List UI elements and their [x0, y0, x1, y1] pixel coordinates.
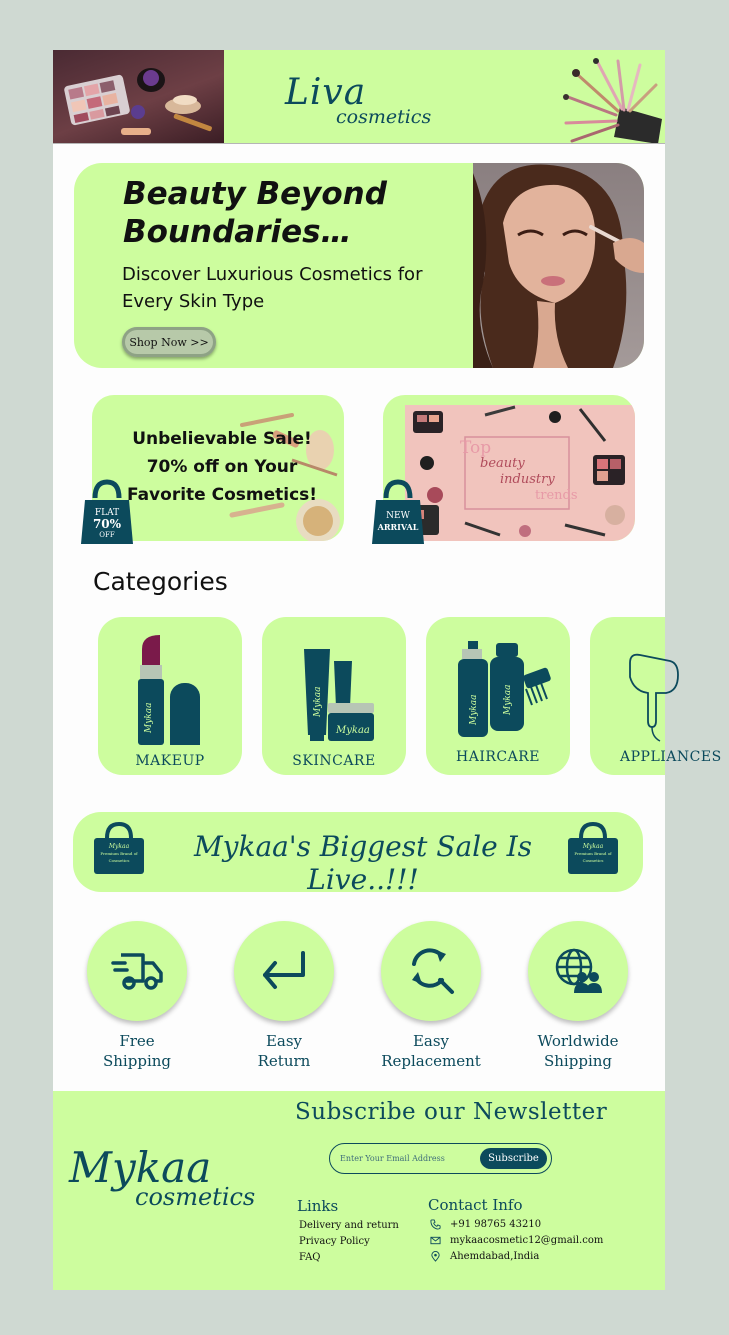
site-header: Liva cosmetics — [53, 50, 665, 144]
bag-left-brand: Mykaa — [108, 843, 130, 850]
category-label-haircare: HAIRCARE — [456, 749, 540, 765]
contact-phone-text: +91 98765 43210 — [450, 1219, 542, 1230]
easy-return-line1: Easy — [265, 1032, 303, 1050]
new-tag-bottom: ARRIVAL — [377, 522, 419, 532]
trends-line4: trends — [535, 488, 578, 503]
sale-banner[interactable]: Mykaa Premium Brand of Cosmetics Mykaa's… — [73, 812, 643, 896]
contact-address: Ahemdabad,India — [430, 1251, 603, 1262]
phone-icon — [430, 1219, 441, 1230]
worldwide-shipping-badge — [528, 921, 628, 1021]
trends-line3: industry — [500, 472, 555, 487]
spray-brand-text: Mykaa — [503, 685, 513, 717]
lipstick-icon: Mykaa — [138, 635, 200, 745]
tube-brand-text: Mykaa — [313, 687, 323, 719]
newsletter-form: Subscribe — [329, 1143, 552, 1174]
easy-replacement-badge — [381, 921, 481, 1021]
contact-list: +91 98765 43210 mykaacosmetic12@gmail.co… — [430, 1219, 603, 1262]
contact-email-text: mykaacosmetic12@gmail.com — [450, 1235, 604, 1246]
worldwide-shipping-line1: Worldwide — [537, 1032, 619, 1050]
location-pin-icon — [431, 1251, 440, 1262]
link-delivery-return[interactable]: Delivery and return — [299, 1218, 399, 1234]
hair-dryer-icon — [629, 653, 679, 742]
shopping-bag-icon-right: Mykaa Premium Brand of Cosmetics — [565, 820, 621, 876]
link-faq[interactable]: FAQ — [299, 1250, 399, 1266]
globe-users-icon — [555, 948, 602, 993]
jar-brand-text: Mykaa — [335, 725, 370, 736]
hero-title: Beauty Beyond Boundaries… — [123, 176, 387, 250]
easy-replacement-label: Easy Replacement — [361, 1031, 501, 1071]
links-title: Links — [297, 1197, 339, 1215]
beauty-trends-image: Top beauty industry trends — [405, 405, 635, 541]
category-label-skincare: SKINCARE — [292, 753, 376, 769]
shopping-bag-icon-left: Mykaa Premium Brand of Cosmetics — [91, 820, 147, 876]
contact-title: Contact Info — [428, 1196, 523, 1214]
new-arrival-tag: NEW ARRIVAL — [370, 478, 426, 544]
category-skincare[interactable]: Mykaa Mykaa SKINCARE — [262, 617, 406, 775]
sale-banner-text: Mykaa's Biggest Sale Is Live..!!! — [193, 830, 532, 896]
trends-title: Top beauty industry trends — [460, 440, 578, 504]
worldwide-shipping-line2: Shipping — [544, 1052, 612, 1070]
skincare-tubes-icon: Mykaa Mykaa — [304, 649, 374, 741]
flat-tag-bottom: OFF — [99, 531, 115, 539]
mail-icon — [430, 1236, 441, 1245]
truck-icon — [111, 953, 163, 990]
category-label-appliances: APPLIANCES — [620, 749, 722, 765]
hero-subtitle: Discover Luxurious Cosmetics for Every S… — [122, 264, 423, 312]
free-shipping-line2: Shipping — [103, 1052, 171, 1070]
link-privacy-policy[interactable]: Privacy Policy — [299, 1234, 399, 1250]
free-shipping-label: Free Shipping — [67, 1031, 207, 1071]
return-arrow-icon — [263, 951, 305, 989]
worldwide-shipping-label: Worldwide Shipping — [508, 1031, 648, 1071]
flat-tag-value: 70% — [92, 517, 122, 531]
haircare-bottles-icon: Mykaa Mykaa — [458, 641, 551, 737]
newsletter-title: Subscribe our Newsletter — [295, 1099, 608, 1125]
trends-line1: Top — [460, 438, 492, 458]
category-haircare[interactable]: Mykaa Mykaa HAIRCARE — [426, 617, 570, 775]
contact-email[interactable]: mykaacosmetic12@gmail.com — [430, 1235, 603, 1246]
easy-return-badge — [234, 921, 334, 1021]
makeup-palette-image — [53, 50, 224, 143]
footer-logo-sub: cosmetics — [135, 1183, 256, 1211]
shop-now-button[interactable]: Shop Now >> — [122, 327, 216, 357]
categories-title: Categories — [93, 567, 228, 596]
lipstick-brand-text: Mykaa — [144, 703, 154, 735]
hero-banner: Beauty Beyond Boundaries… Discover Luxur… — [74, 163, 644, 368]
site-footer: Mykaa cosmetics Subscribe our Newsletter… — [53, 1091, 665, 1290]
footer-links-list: Delivery and return Privacy Policy FAQ — [299, 1218, 399, 1266]
bag-right-brand: Mykaa — [582, 843, 604, 850]
replacement-icon — [412, 948, 454, 994]
subscribe-button[interactable]: Subscribe — [480, 1148, 547, 1169]
bottle-brand-text: Mykaa — [469, 695, 479, 727]
model-photo — [473, 163, 644, 368]
contact-phone[interactable]: +91 98765 43210 — [430, 1219, 603, 1230]
newsletter-email-input[interactable] — [340, 1149, 480, 1167]
header-brand-sub: cosmetics — [336, 106, 432, 128]
category-appliances[interactable]: APPLIANCES — [590, 617, 721, 775]
page: Liva cosmetics Beauty Beyond Boundaries…… — [53, 50, 721, 1290]
trends-line2: beauty — [480, 456, 525, 471]
bag-right-tagline: Premium Brand of Cosmetics — [574, 851, 612, 863]
easy-replacement-line2: Replacement — [381, 1052, 481, 1070]
easy-return-label: Easy Return — [214, 1031, 354, 1071]
bag-left-tagline: Premium Brand of Cosmetics — [100, 851, 138, 863]
sale-promo-text: Unbelievable Sale! 70% off on Your Favor… — [126, 429, 318, 505]
easy-replacement-line1: Easy — [412, 1032, 450, 1050]
easy-return-line2: Return — [257, 1052, 311, 1070]
new-tag-top: NEW — [386, 511, 410, 521]
free-shipping-badge — [87, 921, 187, 1021]
flat-70-off-tag: FLAT 70% OFF — [79, 478, 135, 544]
category-label-makeup: MAKEUP — [135, 753, 205, 769]
contact-address-text: Ahemdabad,India — [450, 1251, 540, 1262]
category-makeup[interactable]: Mykaa MAKEUP — [98, 617, 242, 775]
brushes-pouch-image — [558, 55, 665, 143]
free-shipping-line1: Free — [119, 1032, 155, 1050]
